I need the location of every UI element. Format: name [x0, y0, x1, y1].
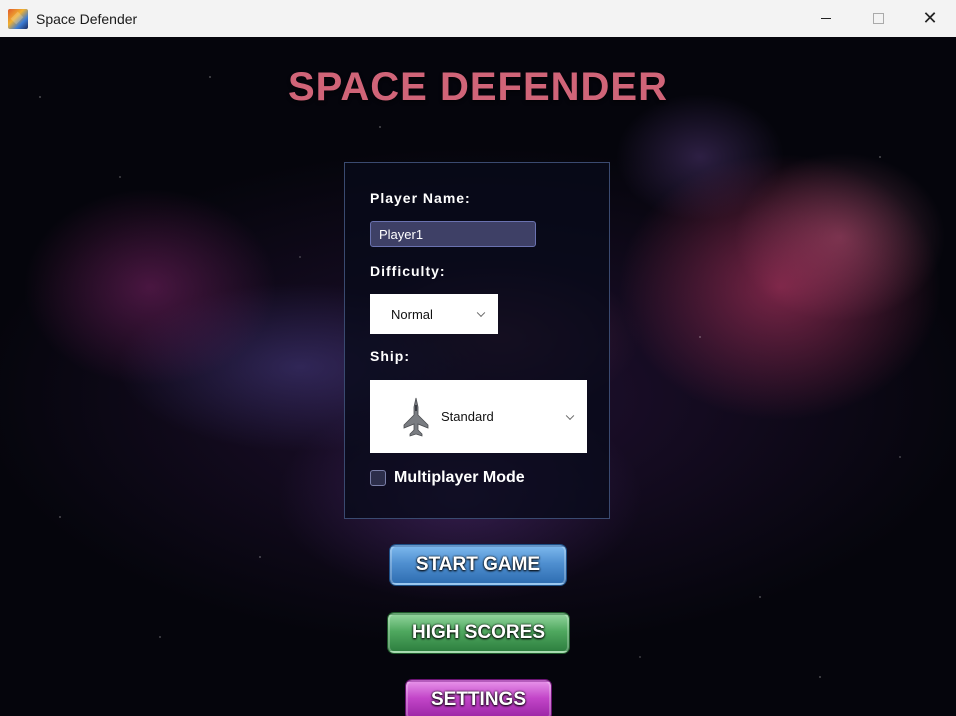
ship-value: Standard: [441, 409, 494, 424]
ship-select[interactable]: Standard: [370, 380, 587, 453]
window-title: Space Defender: [36, 10, 138, 27]
chevron-down-icon: [476, 308, 486, 318]
app-icon: [8, 8, 28, 29]
difficulty-label: Difficulty:: [370, 263, 446, 279]
high-scores-button[interactable]: HIGH SCORES: [388, 613, 569, 653]
settings-panel: Player Name: Difficulty: Normal Ship: St…: [344, 162, 610, 519]
fighter-jet-icon: [403, 397, 429, 437]
app-window: Space Defender ✕ SPACE DEFENDER Player N…: [0, 0, 956, 716]
window-controls: ✕: [800, 0, 956, 37]
maximize-button[interactable]: [852, 0, 904, 37]
multiplayer-toggle[interactable]: Multiplayer Mode: [370, 469, 525, 487]
player-name-input[interactable]: [370, 221, 536, 247]
chevron-down-icon: [565, 411, 575, 420]
multiplayer-label: Multiplayer Mode: [394, 469, 525, 486]
game-canvas: SPACE DEFENDER Player Name: Difficulty: …: [0, 37, 956, 716]
difficulty-value: Normal: [391, 306, 433, 322]
ship-label: Ship:: [370, 348, 410, 364]
close-button[interactable]: ✕: [904, 0, 956, 37]
difficulty-select[interactable]: Normal: [370, 294, 498, 334]
title-bar[interactable]: Space Defender ✕: [0, 0, 956, 37]
player-name-label: Player Name:: [370, 190, 471, 206]
settings-button[interactable]: SETTINGS: [406, 680, 551, 716]
start-game-button[interactable]: START GAME: [390, 545, 566, 585]
multiplayer-checkbox[interactable]: [370, 470, 386, 486]
game-title: SPACE DEFENDER: [288, 65, 668, 109]
minimize-button[interactable]: [800, 0, 852, 37]
